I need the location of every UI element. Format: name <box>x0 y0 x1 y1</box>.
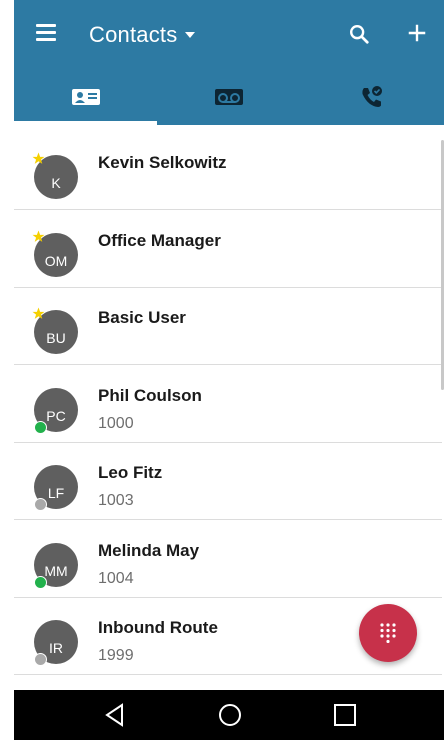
navigation-bar <box>14 690 444 740</box>
contact-row[interactable]: PC Phil Coulson 1000 <box>14 366 444 443</box>
presence-offline-icon <box>34 498 47 511</box>
presence-online-icon <box>34 575 47 589</box>
contact-extension: 1000 <box>98 414 134 432</box>
contact-extension: 1003 <box>98 492 134 509</box>
contact-name: Phil Coulson <box>98 385 202 405</box>
toolbar: Contacts <box>14 0 444 68</box>
avatar-initials: LF <box>47 485 65 501</box>
dialpad-icon <box>380 623 396 643</box>
search-icon[interactable] <box>348 23 370 45</box>
call-history-icon <box>361 85 382 107</box>
contact-row[interactable]: OM Office Manager <box>14 211 444 288</box>
tab-call-history[interactable] <box>300 68 443 125</box>
tab-indicator <box>14 121 157 125</box>
favorite-star-icon <box>32 307 45 319</box>
avatar-initials: OM <box>44 252 68 269</box>
avatar-initials: K <box>51 175 61 191</box>
home-icon[interactable] <box>217 702 243 728</box>
voicemail-icon <box>214 88 243 105</box>
presence-offline-icon <box>34 653 47 666</box>
avatar-initials: BU <box>46 330 66 346</box>
chevron-down-icon <box>185 32 196 38</box>
contact-row[interactable]: BU Basic User <box>14 288 444 365</box>
contact-extension: 1004 <box>98 569 134 587</box>
favorite-star-icon <box>32 152 45 164</box>
contact-card-icon <box>71 88 100 105</box>
contacts-dropdown[interactable]: Contacts <box>89 20 196 50</box>
contact-extension: 1999 <box>98 647 134 664</box>
presence-online-icon <box>34 420 47 434</box>
recents-icon[interactable] <box>332 702 358 728</box>
menu-icon[interactable] <box>36 24 56 42</box>
contact-name: Office Manager <box>98 230 221 250</box>
dialpad-button[interactable] <box>359 604 417 662</box>
avatar-initials: PC <box>46 407 66 424</box>
favorite-star-icon <box>32 230 45 242</box>
contact-row[interactable]: K Kevin Selkowitz <box>14 133 444 210</box>
contact-row[interactable]: MM Melinda May 1004 <box>14 521 444 598</box>
tab-contacts[interactable] <box>14 68 157 125</box>
divider <box>14 674 442 675</box>
contact-name: Leo Fitz <box>98 463 163 482</box>
contact-name: Kevin Selkowitz <box>98 153 227 172</box>
tab-voicemail[interactable] <box>157 68 300 125</box>
contact-name: Basic User <box>98 308 186 327</box>
contact-row[interactable]: LF Leo Fitz 1003 <box>14 443 444 520</box>
contact-name: Inbound Route <box>98 618 218 637</box>
back-icon[interactable] <box>102 702 128 728</box>
avatar-initials: MM <box>44 562 68 579</box>
contact-name: Melinda May <box>98 540 200 560</box>
tab-bar <box>14 68 444 125</box>
avatar-initials: IR <box>49 640 63 656</box>
page-title: Contacts <box>89 22 178 47</box>
add-icon[interactable] <box>406 22 428 44</box>
app-bar: Contacts <box>14 0 444 125</box>
